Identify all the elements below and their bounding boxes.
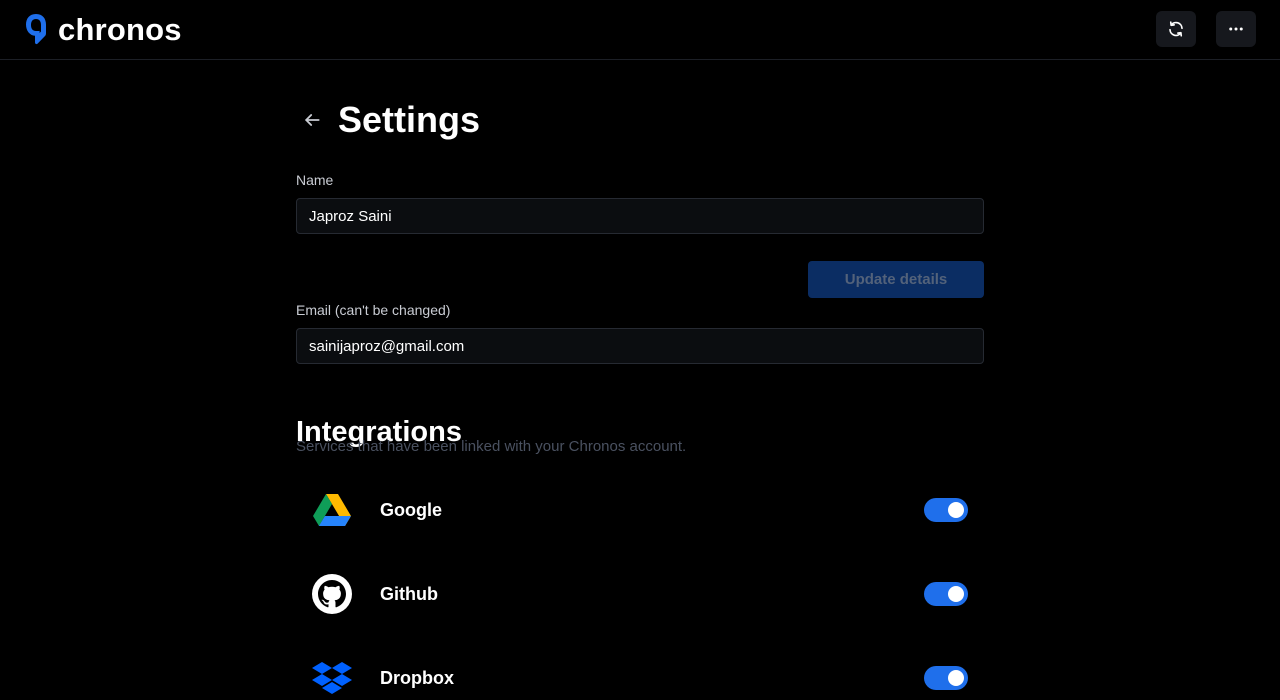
top-bar: chronos (0, 0, 1280, 60)
refresh-button[interactable] (1156, 11, 1196, 47)
github-toggle[interactable] (924, 582, 968, 606)
brand[interactable]: chronos (24, 12, 182, 46)
chronos-logo-icon (26, 14, 46, 45)
integration-name: Github (380, 584, 438, 604)
app-name: chronos (58, 11, 182, 47)
github-icon (312, 574, 352, 614)
title-row: Settings (296, 98, 480, 142)
integration-name: Dropbox (380, 668, 454, 688)
email-label: Email (can't be changed) (296, 302, 451, 318)
page-title: Settings (338, 99, 481, 140)
dropbox-icon (312, 662, 352, 694)
back-button[interactable] (298, 106, 326, 134)
name-field[interactable] (296, 198, 984, 234)
toggle-knob (948, 502, 964, 518)
update-details-button[interactable]: Update details (808, 261, 984, 298)
integration-dropbox: Dropbox (296, 656, 984, 700)
toggle-knob (948, 586, 964, 602)
integration-name: Google (380, 500, 442, 520)
toggle-knob (948, 670, 964, 686)
name-label: Name (296, 172, 334, 188)
integration-github: Github (296, 572, 984, 616)
integration-google: Google (296, 488, 984, 532)
more-button[interactable] (1216, 11, 1256, 47)
integrations-subtitle: Services that have been linked with your… (296, 438, 687, 455)
more-horizontal-icon (1229, 27, 1243, 31)
dropbox-toggle[interactable] (924, 666, 968, 690)
google-drive-icon (313, 494, 351, 526)
google-toggle[interactable] (924, 498, 968, 522)
refresh-icon (1169, 21, 1183, 37)
email-field[interactable] (296, 328, 984, 364)
arrow-left-icon (305, 114, 320, 126)
